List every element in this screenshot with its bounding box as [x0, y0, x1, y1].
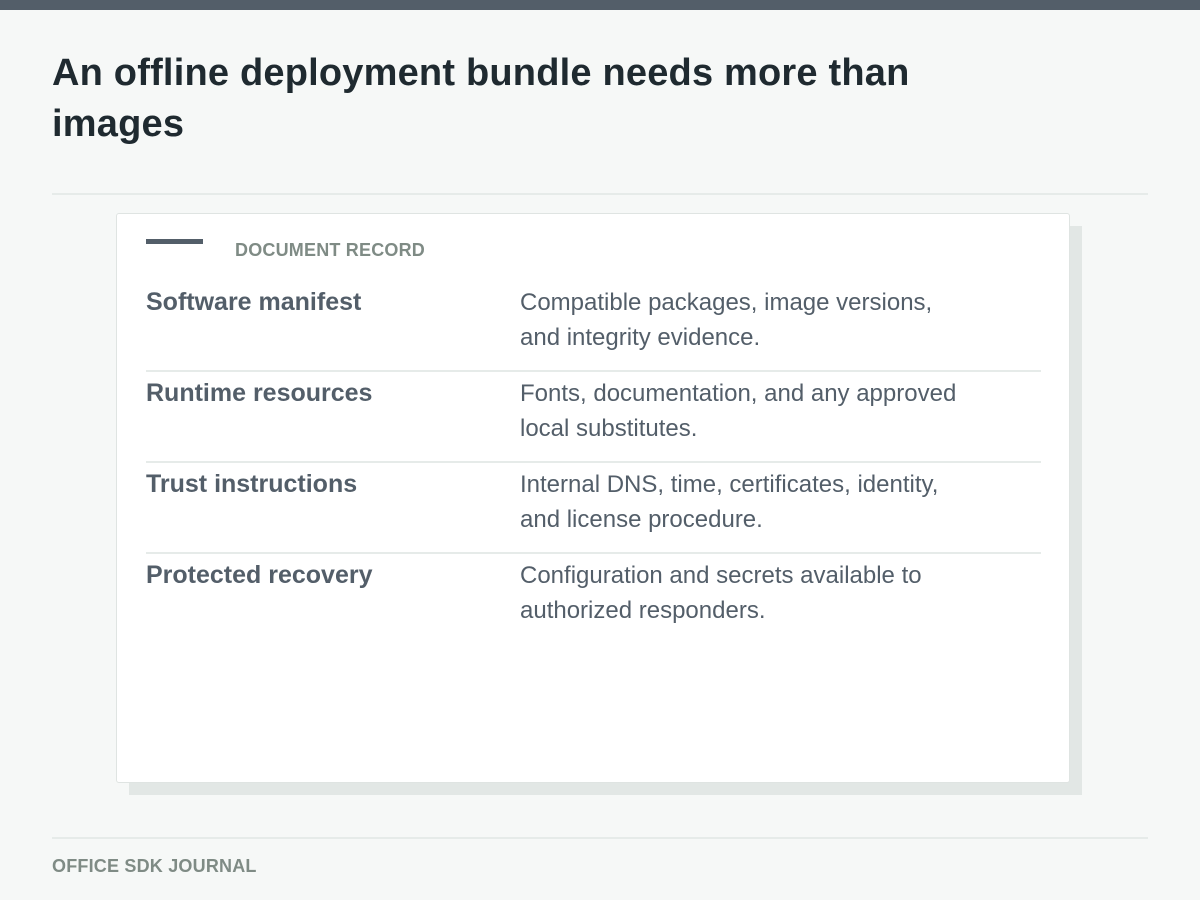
record-description: Configuration and secrets available to a… [520, 562, 922, 624]
record-term: Runtime resources [146, 379, 373, 407]
record-row-protected-recovery: Protected recovery Configuration and sec… [146, 554, 1041, 645]
card-accent-bar [146, 239, 203, 244]
record-list: Software manifest Compatible packages, i… [146, 281, 1041, 645]
record-row-runtime-resources: Runtime resources Fonts, documentation, … [146, 372, 1041, 463]
top-accent-bar [0, 0, 1200, 10]
record-description: Fonts, documentation, and any approved l… [520, 380, 957, 442]
record-term: Protected recovery [146, 561, 373, 589]
header-divider [52, 193, 1148, 195]
record-term: Software manifest [146, 288, 362, 316]
record-row-trust-instructions: Trust instructions Internal DNS, time, c… [146, 463, 1041, 554]
record-description: Compatible packages, image versions, and… [520, 289, 933, 351]
page-title: An offline deployment bundle needs more … [52, 52, 910, 145]
document-record-card: DOCUMENT RECORD Software manifest Compat… [116, 213, 1070, 783]
footer-divider [52, 837, 1148, 839]
record-term: Trust instructions [146, 470, 358, 498]
footer-publication-label: OFFICE SDK JOURNAL [52, 856, 257, 876]
record-description: Internal DNS, time, certificates, identi… [520, 471, 939, 533]
card-label: DOCUMENT RECORD [235, 240, 425, 260]
record-row-software-manifest: Software manifest Compatible packages, i… [146, 281, 1041, 372]
